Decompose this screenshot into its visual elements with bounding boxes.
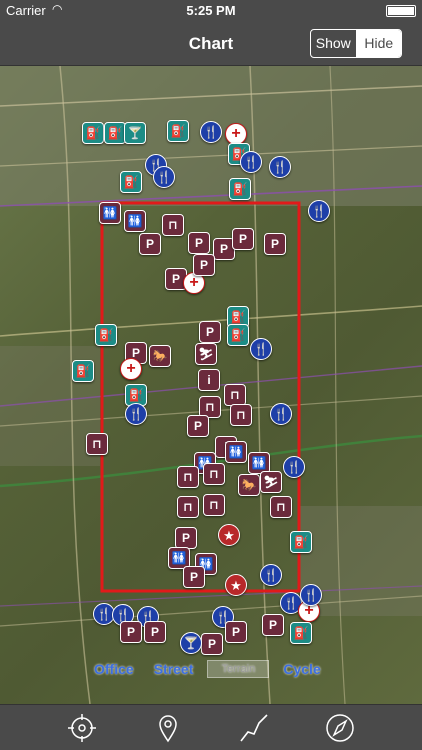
bottom-toolbar (0, 704, 422, 750)
restroom-icon[interactable]: 🚻 (99, 202, 121, 224)
restroom-icon[interactable]: 🚻 (225, 441, 247, 463)
terrain-button[interactable]: Terrain (207, 660, 270, 678)
compass-icon[interactable] (324, 713, 356, 743)
picnic-icon[interactable]: ⊓ (203, 463, 225, 485)
parking-icon[interactable]: P (201, 633, 223, 655)
route-icon[interactable] (238, 713, 270, 743)
pin-icon[interactable] (152, 713, 184, 743)
restroom-icon[interactable]: 🚻 (124, 210, 146, 232)
parking-icon[interactable]: P (225, 621, 247, 643)
fuel-icon[interactable]: ⛽ (95, 324, 117, 346)
picnic-icon[interactable]: 🐎 (149, 345, 171, 367)
picnic-icon[interactable]: 🐎 (238, 474, 260, 496)
parking-icon[interactable]: P (199, 321, 221, 343)
food-icon[interactable]: 🍴 (308, 200, 330, 222)
parking-icon[interactable]: P (188, 232, 210, 254)
parking-icon[interactable]: P (175, 527, 197, 549)
parking-icon[interactable]: P (264, 233, 286, 255)
picnic-icon[interactable]: ⊓ (270, 496, 292, 518)
star-icon[interactable]: ★ (218, 524, 240, 546)
hide-button[interactable]: Hide (355, 30, 401, 57)
picnic-icon[interactable]: ⊓ (177, 496, 199, 518)
fuel-icon[interactable]: ⛽ (104, 122, 126, 144)
food-icon[interactable]: 🍴 (125, 403, 147, 425)
status-time: 5:25 PM (186, 3, 236, 18)
fuel-icon[interactable]: ⛽ (290, 622, 312, 644)
parking-icon[interactable]: P (183, 566, 205, 588)
hospital-icon[interactable]: + (225, 123, 247, 145)
picnic-icon[interactable]: ⊓ (86, 433, 108, 455)
hospital-icon[interactable]: + (120, 358, 142, 380)
fuel-icon[interactable]: ⛽ (82, 122, 104, 144)
star-icon[interactable]: ★ (225, 574, 247, 596)
parking-icon[interactable]: P (232, 228, 254, 250)
food-icon[interactable]: 🍴 (283, 456, 305, 478)
parking-icon[interactable]: P (262, 614, 284, 636)
show-button[interactable]: Show (311, 30, 356, 57)
food-icon[interactable]: 🍴 (250, 338, 272, 360)
map-overlay-controls: Office Street Terrain Cycle (88, 656, 327, 682)
fuel-icon[interactable]: ⛽ (229, 178, 251, 200)
parking-icon[interactable]: P (139, 233, 161, 255)
map-view[interactable]: ⛽ ⛽ 🍸 ⛽ 🍴 + 🍴 ⛽ 🍴 ⛽ 🍴 🍴 ⛽ 🍴 🚻 🚻 ⊓ P P P … (0, 66, 422, 704)
fuel-icon[interactable]: ⛽ (167, 120, 189, 142)
parking-icon[interactable]: P (187, 415, 209, 437)
fuel-icon[interactable]: ⛽ (290, 531, 312, 553)
parking-icon[interactable]: P (120, 621, 142, 643)
status-bar: Carrier ◠ 5:25 PM (0, 0, 422, 22)
picnic-icon[interactable]: ⊓ (162, 214, 184, 236)
food-icon[interactable]: 🍴 (260, 564, 282, 586)
info-icon[interactable]: i (198, 369, 220, 391)
picnic-icon[interactable]: ⊓ (224, 384, 246, 406)
parking-icon[interactable]: P (144, 621, 166, 643)
office-button[interactable]: Office (88, 659, 140, 679)
food-icon[interactable]: 🍴 (153, 166, 175, 188)
bar-icon[interactable]: 🍸 (180, 632, 202, 654)
food-icon[interactable]: 🍴 (200, 121, 222, 143)
nav-bar: Chart Show Hide (0, 22, 422, 66)
locate-icon[interactable] (66, 713, 98, 743)
fuel-icon[interactable]: ⛽ (227, 324, 249, 346)
food-icon[interactable]: 🍴 (269, 156, 291, 178)
picnic-icon[interactable]: ⛷ (260, 471, 282, 493)
parking-icon[interactable]: P (193, 254, 215, 276)
cycle-button[interactable]: Cycle (277, 659, 326, 679)
fuel-icon[interactable]: ⛽ (72, 360, 94, 382)
picnic-icon[interactable]: ⊓ (230, 404, 252, 426)
show-hide-segmented-control[interactable]: Show Hide (310, 29, 402, 58)
food-icon[interactable]: 🍴 (270, 403, 292, 425)
picnic-icon[interactable]: ⊓ (177, 466, 199, 488)
fuel-icon[interactable]: ⛽ (120, 171, 142, 193)
food-icon[interactable]: 🍴 (240, 151, 262, 173)
battery-icon (386, 5, 416, 17)
street-button[interactable]: Street (148, 659, 200, 679)
picnic-icon[interactable]: ⛷ (195, 343, 217, 365)
bar-icon[interactable]: 🍸 (124, 122, 146, 144)
picnic-icon[interactable]: ⊓ (203, 494, 225, 516)
food-icon[interactable]: 🍴 (300, 584, 322, 606)
